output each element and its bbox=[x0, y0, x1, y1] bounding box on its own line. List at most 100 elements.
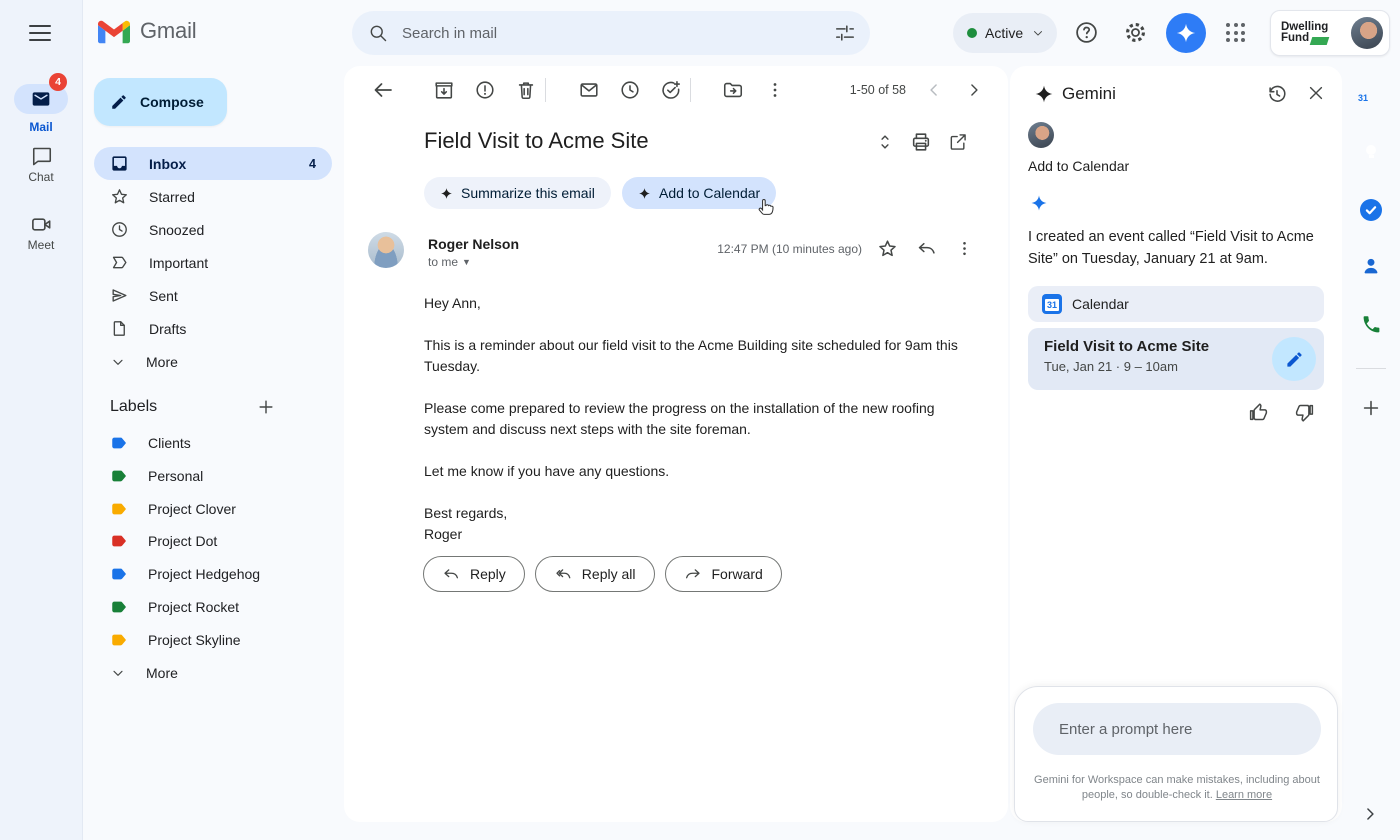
thumbs-up-icon[interactable] bbox=[1248, 402, 1269, 423]
rail-chat-label[interactable]: Chat bbox=[0, 170, 82, 184]
gmail-wordmark: Gmail bbox=[140, 18, 197, 43]
reply-icon[interactable] bbox=[916, 238, 937, 259]
chat-icon[interactable] bbox=[31, 145, 53, 167]
collapse-side-panel-icon[interactable] bbox=[1360, 804, 1380, 824]
sender-block: Roger Nelson to me ▼ bbox=[428, 236, 519, 269]
learn-more-link[interactable]: Learn more bbox=[1216, 789, 1272, 801]
add-side-panel-app-icon[interactable] bbox=[1360, 397, 1382, 419]
send-icon bbox=[110, 286, 129, 305]
search-bar[interactable] bbox=[352, 11, 870, 55]
expand-all-icon[interactable] bbox=[875, 132, 895, 152]
gemini-sparkle-icon bbox=[1034, 84, 1054, 104]
more-options-icon[interactable] bbox=[954, 238, 975, 259]
add-label-icon[interactable] bbox=[214, 397, 318, 417]
add-to-calendar-chip[interactable]: Add to Calendar bbox=[622, 177, 777, 209]
forward-button[interactable]: Forward bbox=[664, 556, 782, 592]
account-badge[interactable]: Dwelling Fund bbox=[1270, 10, 1390, 56]
calendar-source-chip[interactable]: 31 Calendar bbox=[1028, 286, 1324, 322]
archive-icon[interactable] bbox=[432, 78, 456, 102]
sidebar-label-clients[interactable]: Clients bbox=[94, 426, 332, 459]
recipient-dropdown[interactable]: to me ▼ bbox=[428, 255, 519, 269]
prompt-input-pill[interactable] bbox=[1033, 703, 1321, 755]
sender-avatar[interactable] bbox=[368, 232, 404, 268]
gemini-disclaimer: Gemini for Workspace can make mistakes, … bbox=[1034, 774, 1320, 801]
account-org-name: Dwelling Fund bbox=[1281, 20, 1330, 45]
older-page-icon[interactable] bbox=[962, 78, 986, 102]
sidebar-item-drafts[interactable]: Drafts bbox=[94, 312, 332, 345]
newer-page-icon[interactable] bbox=[922, 78, 946, 102]
label-tag-icon bbox=[110, 500, 128, 518]
sidebar-item-starred[interactable]: Starred bbox=[94, 180, 332, 213]
delete-icon[interactable] bbox=[514, 78, 538, 102]
summarize-email-chip[interactable]: Summarize this email bbox=[424, 177, 611, 209]
sidebar-label-project-hedgehog[interactable]: Project Hedgehog bbox=[94, 557, 332, 590]
gemini-response-sparkle-icon bbox=[1030, 194, 1048, 212]
gemini-toggle-button[interactable] bbox=[1166, 13, 1206, 53]
clock-icon bbox=[110, 220, 129, 239]
move-to-icon[interactable] bbox=[721, 78, 745, 102]
reply-all-button[interactable]: Reply all bbox=[534, 556, 655, 592]
user-avatar[interactable] bbox=[1351, 17, 1383, 49]
label-tag-icon bbox=[110, 565, 128, 583]
mail-unread-badge: 4 bbox=[49, 73, 67, 91]
sidebar-item-sent[interactable]: Sent bbox=[94, 279, 332, 312]
thumbs-down-icon[interactable] bbox=[1294, 402, 1315, 423]
open-in-new-icon[interactable] bbox=[948, 132, 968, 152]
prompt-input[interactable] bbox=[1033, 720, 1321, 738]
close-icon[interactable] bbox=[1306, 83, 1326, 103]
sidebar-label-project-dot[interactable]: Project Dot bbox=[94, 524, 332, 557]
sender-name: Roger Nelson bbox=[428, 236, 520, 252]
sidebar-item-snoozed[interactable]: Snoozed bbox=[94, 213, 332, 246]
body-signature: Best regards, Roger bbox=[424, 505, 508, 542]
star-email-icon[interactable] bbox=[877, 238, 898, 259]
sidebar-item-important[interactable]: Important bbox=[94, 246, 332, 279]
sidebar-item-more[interactable]: More bbox=[94, 345, 332, 378]
sidebar-label-personal[interactable]: Personal bbox=[94, 459, 332, 492]
print-icon[interactable] bbox=[910, 131, 932, 153]
chevron-down-icon bbox=[110, 665, 126, 681]
status-label: Active bbox=[985, 25, 1024, 41]
snooze-icon[interactable] bbox=[618, 78, 642, 102]
side-rail-divider bbox=[1356, 368, 1386, 369]
history-icon[interactable] bbox=[1266, 83, 1288, 105]
gmail-logo: Gmail bbox=[98, 18, 197, 44]
help-icon[interactable] bbox=[1074, 20, 1099, 45]
tasks-app-icon[interactable] bbox=[1360, 199, 1382, 221]
back-icon[interactable] bbox=[371, 78, 395, 102]
sidebar-labels-more[interactable]: More bbox=[94, 656, 332, 689]
add-to-tasks-icon[interactable] bbox=[659, 78, 683, 102]
reply-button[interactable]: Reply bbox=[423, 556, 525, 592]
rail-meet-label[interactable]: Meet bbox=[0, 238, 82, 252]
sidebar-label-project-rocket[interactable]: Project Rocket bbox=[94, 590, 332, 623]
search-icon[interactable] bbox=[368, 23, 388, 43]
contacts-app-icon[interactable] bbox=[1360, 255, 1382, 277]
search-filters-icon[interactable] bbox=[834, 22, 856, 44]
org-logo-shape bbox=[1309, 36, 1330, 45]
label-tag-icon bbox=[110, 631, 128, 649]
draft-file-icon bbox=[110, 319, 129, 338]
edit-event-button[interactable] bbox=[1272, 337, 1316, 381]
label-tag-icon bbox=[110, 598, 128, 616]
meet-icon[interactable] bbox=[30, 213, 53, 236]
voice-app-icon[interactable] bbox=[1360, 313, 1382, 335]
hamburger-menu-icon[interactable] bbox=[29, 25, 51, 41]
mark-unread-icon[interactable] bbox=[577, 78, 601, 102]
body-paragraph: This is a reminder about our field visit… bbox=[424, 337, 958, 374]
rail-mail-label: Mail bbox=[29, 120, 53, 134]
settings-gear-icon[interactable] bbox=[1123, 20, 1148, 45]
report-spam-icon[interactable] bbox=[473, 78, 497, 102]
status-dropdown[interactable]: Active bbox=[953, 13, 1058, 53]
search-input[interactable] bbox=[400, 23, 834, 43]
labels-header: Labels bbox=[94, 392, 332, 422]
more-options-icon[interactable] bbox=[763, 78, 787, 102]
sidebar-item-inbox[interactable]: Inbox 4 bbox=[94, 147, 332, 180]
calendar-event-card[interactable]: Field Visit to Acme Site Tue, Jan 21 · 9… bbox=[1028, 328, 1324, 390]
compose-button[interactable]: Compose bbox=[94, 78, 227, 126]
label-tag-icon bbox=[110, 467, 128, 485]
email-body: Hey Ann, This is a reminder about our fi… bbox=[424, 293, 969, 566]
sparkle-icon bbox=[440, 187, 453, 200]
sidebar-label-project-skyline[interactable]: Project Skyline bbox=[94, 623, 332, 656]
apps-grid-icon[interactable] bbox=[1226, 23, 1246, 43]
important-tag-icon bbox=[110, 253, 129, 272]
sidebar-label-project-clover[interactable]: Project Clover bbox=[94, 492, 332, 525]
